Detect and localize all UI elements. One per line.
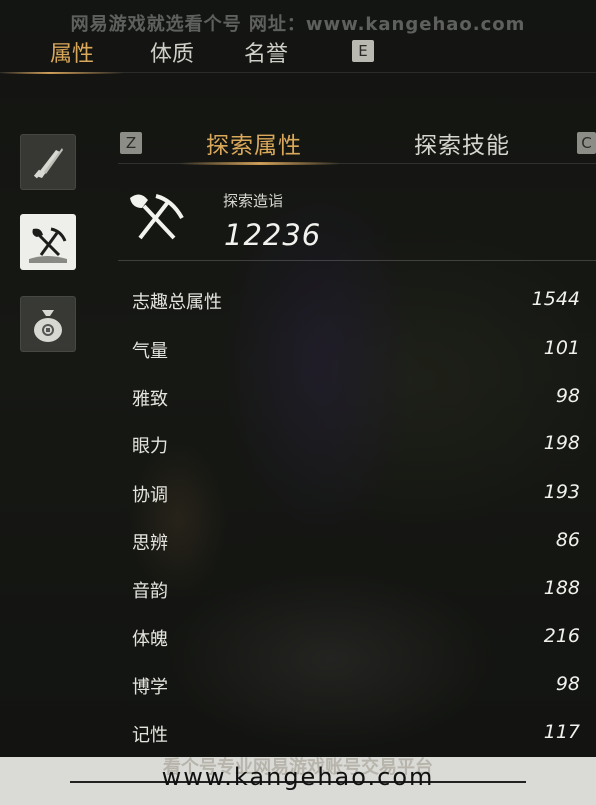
key-hint-e: E xyxy=(352,40,374,62)
stat-value: 193 xyxy=(543,481,580,503)
stat-value: 117 xyxy=(543,721,580,743)
side-category-explore[interactable] xyxy=(20,214,76,270)
tab-attributes[interactable]: 属性 xyxy=(50,36,94,68)
stat-row: 体魄 216 xyxy=(132,625,580,655)
key-hint-z: Z xyxy=(120,132,142,154)
stat-row: 气量 101 xyxy=(132,337,580,367)
watermark-top: 网易游戏就选看个号 网址：www.kangehao.com xyxy=(70,14,526,35)
stat-name: 体魄 xyxy=(132,629,168,650)
stat-value: 188 xyxy=(543,577,580,599)
stat-name: 思辨 xyxy=(132,533,168,554)
stat-value: 98 xyxy=(555,385,580,407)
watermark-bottom-bar: 看个号专业网易游戏账号交易平台 www.kangehao.com xyxy=(0,757,596,805)
stat-value: 1544 xyxy=(531,288,580,310)
stat-name: 气量 xyxy=(132,341,168,362)
side-category-wealth[interactable] xyxy=(20,296,76,352)
shovel-pickaxe-icon xyxy=(29,227,67,263)
stat-row: 记性 117 xyxy=(132,721,580,751)
stat-name: 志趣总属性 xyxy=(132,292,222,313)
stat-value: 198 xyxy=(543,432,580,454)
stat-row: 思辨 86 xyxy=(132,529,580,559)
stat-value: 86 xyxy=(555,529,580,551)
stat-name: 记性 xyxy=(132,725,168,746)
stat-value: 216 xyxy=(543,625,580,647)
stat-value: 98 xyxy=(555,673,580,695)
stat-row: 协调 193 xyxy=(132,481,580,511)
explore-mastery-label: 探索造诣 xyxy=(223,192,284,210)
money-bag-icon xyxy=(34,310,62,342)
subtab-divider xyxy=(118,163,596,164)
top-tab-bar: 属性 体质 名誉 E xyxy=(0,34,596,74)
tab-explore-attributes[interactable]: 探索属性 xyxy=(206,126,302,160)
shovel-pickaxe-icon xyxy=(130,194,184,240)
stat-row: 志趣总属性 1544 xyxy=(132,288,580,318)
tab-constitution[interactable]: 体质 xyxy=(150,36,194,68)
stat-name: 眼力 xyxy=(132,436,168,457)
stat-name: 协调 xyxy=(132,485,168,506)
tab-explore-skills[interactable]: 探索技能 xyxy=(414,126,510,160)
stat-name: 博学 xyxy=(132,677,168,698)
explore-mastery-value: 12236 xyxy=(224,218,322,252)
stat-row: 音韵 188 xyxy=(132,577,580,607)
weapon-icon xyxy=(33,148,63,179)
stat-name: 雅致 xyxy=(132,389,168,410)
watermark-bottom-url: www.kangehao.com xyxy=(161,763,435,791)
key-hint-c: C xyxy=(577,132,596,154)
top-divider xyxy=(0,72,596,73)
stat-name: 音韵 xyxy=(132,581,168,602)
side-category-combat[interactable] xyxy=(20,134,76,190)
stat-value: 101 xyxy=(543,337,580,359)
stat-row: 雅致 98 xyxy=(132,385,580,415)
summary-divider xyxy=(118,260,596,261)
tab-reputation[interactable]: 名誉 xyxy=(244,36,288,68)
stat-row: 眼力 198 xyxy=(132,432,580,462)
stat-row: 博学 98 xyxy=(132,673,580,703)
